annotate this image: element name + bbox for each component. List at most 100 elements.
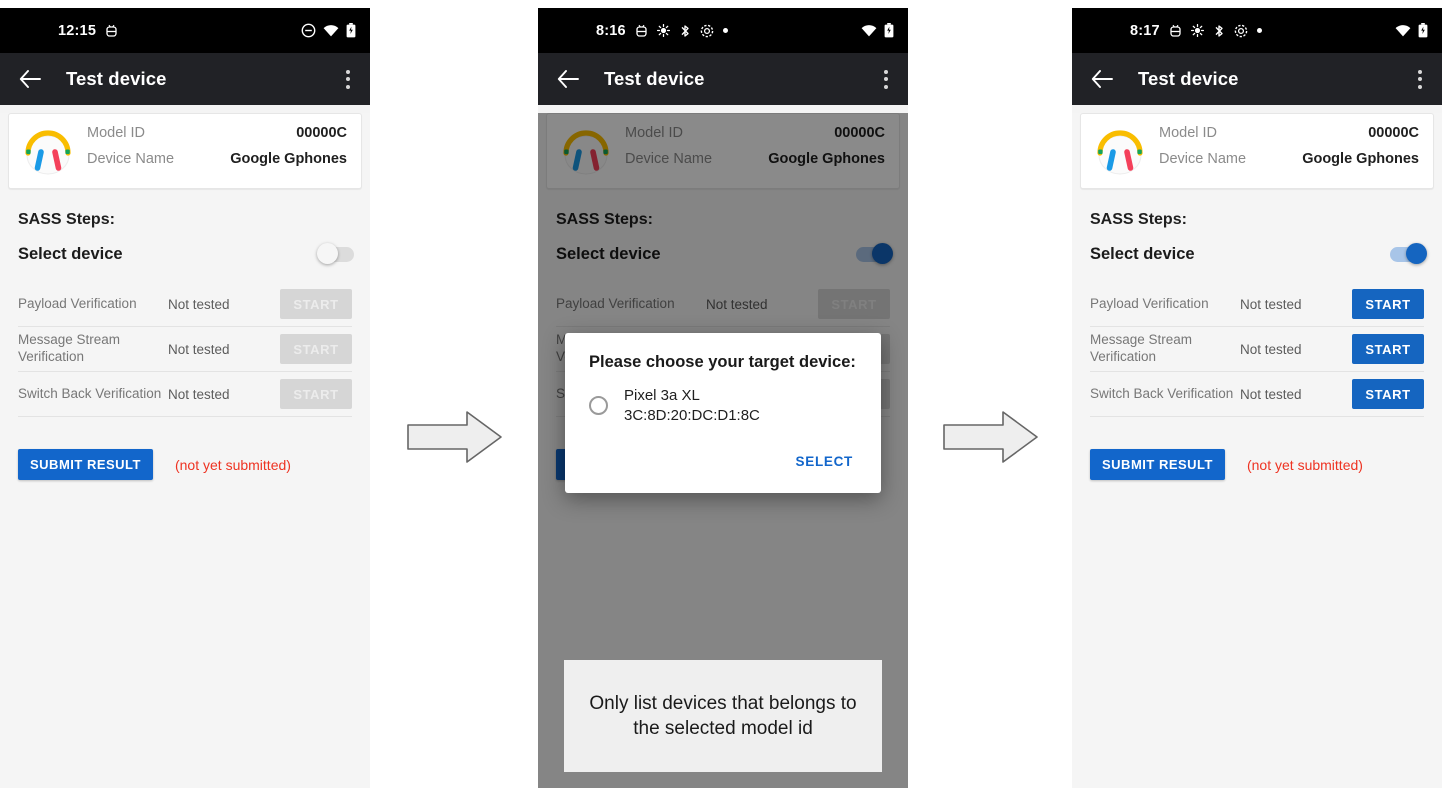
- page-title: Test device: [604, 68, 705, 89]
- table-row: Payload Verification Not tested START: [18, 282, 352, 327]
- back-arrow-icon[interactable]: [554, 65, 582, 93]
- dot-icon: [722, 28, 728, 33]
- device-option-row[interactable]: Pixel 3a XL 3C:8D:20:DC:D1:8C: [565, 372, 881, 438]
- start-button[interactable]: START: [1352, 334, 1424, 364]
- android-debug-icon: [105, 23, 118, 38]
- dialog-actions: SELECT: [565, 438, 881, 487]
- android-debug-icon: [1169, 23, 1182, 38]
- sass-steps-heading: SASS Steps:: [1090, 211, 1187, 228]
- app-bar: Test device: [538, 53, 908, 105]
- annotation-callout: Only list devices that belongs to the se…: [564, 660, 882, 772]
- status-bar: 8:16: [538, 8, 908, 53]
- overflow-menu-icon[interactable]: [1414, 66, 1426, 93]
- test-name: Payload Verification: [1090, 295, 1209, 311]
- start-button[interactable]: START: [1352, 289, 1424, 319]
- overflow-menu-icon[interactable]: [880, 66, 892, 93]
- test-status: Not tested: [168, 341, 230, 357]
- test-list: Payload Verification Not tested START Me…: [1090, 282, 1424, 417]
- start-button[interactable]: START: [280, 334, 352, 364]
- test-list: Payload Verification Not tested START Me…: [18, 282, 352, 417]
- sync-icon: [656, 24, 670, 37]
- wifi-icon: [861, 24, 877, 37]
- battery-icon: [346, 23, 356, 38]
- status-bar-clock: 12:15: [58, 22, 97, 39]
- settings-icon: [700, 24, 714, 38]
- status-bar: 12:15: [0, 8, 370, 53]
- battery-icon: [1418, 23, 1428, 38]
- device-info-row: Model ID 00000C: [1159, 125, 1419, 151]
- status-bar-right: [861, 23, 894, 38]
- status-bar-right: [301, 23, 356, 38]
- screen-body: Model ID 00000C Device Name Google Gphon…: [1072, 113, 1442, 788]
- toggle-knob: [317, 243, 338, 264]
- app-bar: Test device: [0, 53, 370, 105]
- table-row: Payload Verification Not tested START: [1090, 282, 1424, 327]
- test-status: Not tested: [1240, 386, 1302, 402]
- phone-screen-enabled: 8:17 Test device Model ID 00000C Device …: [1072, 8, 1442, 788]
- do-not-disturb-icon: [301, 23, 316, 38]
- status-bar: 8:17: [1072, 8, 1442, 53]
- back-arrow-icon[interactable]: [16, 65, 44, 93]
- select-device-row: Select device: [1090, 243, 1427, 264]
- submit-status-text: (not yet submitted): [174, 456, 291, 473]
- flow-arrow-1: [405, 408, 505, 471]
- test-status: Not tested: [168, 296, 230, 312]
- test-name: Message Stream Verification: [1090, 332, 1193, 364]
- device-info-key: Device Name: [87, 151, 175, 167]
- status-bar-right: [1395, 23, 1428, 38]
- table-row: Switch Back Verification Not tested STAR…: [1090, 372, 1424, 417]
- page-title: Test device: [66, 68, 167, 89]
- device-info-key: Model ID: [87, 125, 146, 141]
- test-name: Switch Back Verification: [1090, 385, 1234, 401]
- device-info-row: Device Name Google Gphones: [87, 151, 347, 177]
- submit-result-button[interactable]: SUBMIT RESULT: [1090, 449, 1225, 480]
- test-status: Not tested: [168, 386, 230, 402]
- phone-screen-initial: 12:15 Test device Model ID 00000C Device…: [0, 8, 370, 788]
- headphones-icon: [1093, 125, 1147, 177]
- target-device-dialog: Please choose your target device: Pixel …: [565, 333, 881, 493]
- sync-icon: [1190, 24, 1204, 37]
- device-info-value: 00000C: [296, 125, 347, 141]
- settings-icon: [1234, 24, 1248, 38]
- device-info-value: 00000C: [1368, 125, 1419, 141]
- device-info-key: Model ID: [1159, 125, 1218, 141]
- start-button[interactable]: START: [1352, 379, 1424, 409]
- submit-row: SUBMIT RESULT (not yet submitted): [18, 449, 370, 480]
- status-bar-clock: 8:16: [596, 22, 626, 39]
- submit-status-text: (not yet submitted): [1246, 456, 1363, 473]
- android-debug-icon: [635, 23, 648, 38]
- table-row: Message Stream Verification Not tested S…: [1090, 327, 1424, 372]
- test-status: Not tested: [1240, 296, 1302, 312]
- dialog-title: Please choose your target device:: [589, 353, 856, 371]
- dot-icon: [1256, 28, 1262, 33]
- select-device-row: Select device: [18, 243, 354, 264]
- screen-body: Model ID 00000C Device Name Google Gphon…: [0, 113, 370, 788]
- battery-icon: [884, 23, 894, 38]
- submit-row: SUBMIT RESULT (not yet submitted): [1090, 449, 1442, 480]
- device-info-value: Google Gphones: [1302, 151, 1419, 167]
- device-info-key: Device Name: [1159, 151, 1247, 167]
- test-name: Message Stream Verification: [18, 332, 121, 364]
- bluetooth-search-icon: [679, 24, 691, 38]
- radio-button-icon[interactable]: [589, 396, 608, 416]
- start-button[interactable]: START: [280, 379, 352, 409]
- start-button[interactable]: START: [280, 289, 352, 319]
- storyboard: 12:15 Test device Model ID 00000C Device…: [0, 0, 1442, 795]
- test-name: Payload Verification: [18, 295, 137, 311]
- phone-screen-dialog: 8:16 Test device Model ID 00000C Device …: [538, 8, 908, 788]
- back-arrow-icon[interactable]: [1088, 65, 1116, 93]
- dialog-select-button[interactable]: SELECT: [786, 446, 863, 477]
- test-name: Switch Back Verification: [18, 385, 162, 401]
- device-info-rows: Model ID 00000C Device Name Google Gphon…: [87, 125, 347, 177]
- status-bar-clock: 8:17: [1130, 22, 1160, 39]
- overflow-menu-icon[interactable]: [342, 66, 354, 93]
- device-option-address: 3C:8D:20:DC:D1:8C: [624, 406, 760, 424]
- device-info-card: Model ID 00000C Device Name Google Gphon…: [8, 113, 362, 189]
- select-device-toggle[interactable]: [1390, 243, 1427, 264]
- device-info-value: Google Gphones: [230, 151, 347, 167]
- flow-arrow-2: [941, 408, 1041, 471]
- submit-result-button[interactable]: SUBMIT RESULT: [18, 449, 153, 480]
- page-title: Test device: [1138, 68, 1239, 89]
- bluetooth-search-icon: [1213, 24, 1225, 38]
- select-device-toggle[interactable]: [317, 243, 354, 264]
